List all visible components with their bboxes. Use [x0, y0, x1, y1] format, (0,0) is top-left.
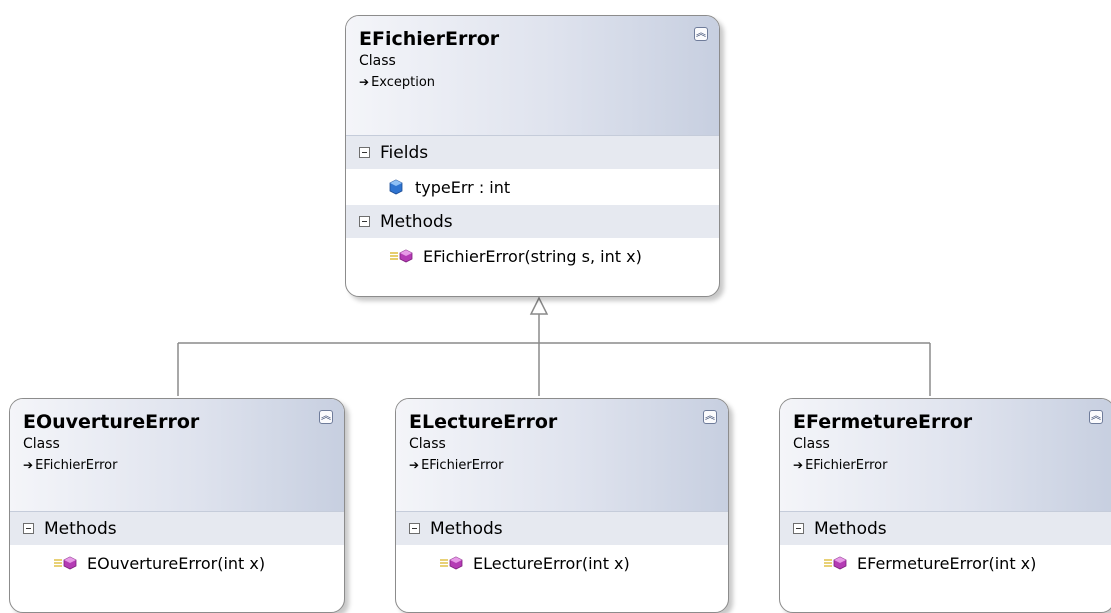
class-kind: Class	[409, 436, 446, 452]
field-label: typeErr : int	[415, 177, 511, 197]
section-methods[interactable]: Methods	[10, 512, 344, 545]
arrow-right-icon: ➔	[409, 458, 420, 472]
class-header: EOuvertureError Class ➔ EFichierError ︽	[10, 399, 344, 512]
method-item[interactable]: EOuvertureError(int x)	[10, 545, 344, 581]
class-box-efermetureerror[interactable]: EFermetureError Class ➔ EFichierError ︽ M…	[779, 398, 1111, 613]
arrow-right-icon: ➔	[793, 458, 804, 472]
inheritance-arrowhead	[529, 296, 549, 315]
class-kind: Class	[23, 436, 60, 452]
minus-box-icon[interactable]	[359, 216, 370, 227]
method-label: EFichierError(string s, int x)	[423, 246, 642, 266]
class-base: ➔ EFichierError	[409, 454, 728, 477]
class-kind: Class	[359, 53, 396, 69]
class-box-efichiererror[interactable]: EFichierError Class ➔ Exception ︽ Fields …	[345, 15, 720, 297]
double-chevron-up-icon[interactable]: ︽	[703, 410, 717, 424]
class-kind: Class	[793, 436, 830, 452]
method-icon	[53, 555, 81, 571]
class-header: EFermetureError Class ➔ EFichierError ︽	[780, 399, 1111, 512]
class-name: EFichierError	[359, 28, 500, 50]
double-chevron-up-icon[interactable]: ︽	[694, 27, 708, 41]
section-fields[interactable]: Fields	[346, 136, 719, 169]
class-box-electureerror[interactable]: ELectureError Class ➔ EFichierError ︽ Met…	[395, 398, 729, 613]
method-icon	[823, 555, 851, 571]
method-icon	[389, 248, 417, 264]
class-name: EOuvertureError	[23, 411, 200, 433]
class-box-eouvertureerror[interactable]: EOuvertureError Class ➔ EFichierError ︽ M…	[9, 398, 345, 613]
method-label: EOuvertureError(int x)	[87, 553, 266, 573]
section-label: Fields	[380, 142, 429, 163]
base-class-name: EFichierError	[805, 458, 888, 473]
minus-box-icon[interactable]	[23, 523, 34, 534]
method-item[interactable]: ELectureError(int x)	[396, 545, 728, 581]
minus-box-icon[interactable]	[793, 523, 804, 534]
section-methods[interactable]: Methods	[346, 205, 719, 238]
section-label: Methods	[44, 518, 117, 539]
class-header: ELectureError Class ➔ EFichierError ︽	[396, 399, 728, 512]
double-chevron-up-icon[interactable]: ︽	[319, 410, 333, 424]
minus-box-icon[interactable]	[359, 147, 370, 158]
class-header: EFichierError Class ➔ Exception ︽	[346, 16, 719, 136]
field-item[interactable]: typeErr : int	[346, 169, 719, 205]
field-icon	[389, 179, 403, 195]
method-item[interactable]: EFermetureError(int x)	[780, 545, 1111, 581]
method-icon	[439, 555, 467, 571]
base-class-name: EFichierError	[421, 458, 504, 473]
base-class-name: EFichierError	[35, 458, 118, 473]
section-methods[interactable]: Methods	[396, 512, 728, 545]
class-base: ➔ Exception	[359, 71, 719, 94]
double-chevron-up-icon[interactable]: ︽	[1089, 410, 1103, 424]
minus-box-icon[interactable]	[409, 523, 420, 534]
method-label: ELectureError(int x)	[473, 553, 630, 573]
arrow-right-icon: ➔	[23, 458, 34, 472]
base-class-name: Exception	[371, 75, 436, 90]
section-methods[interactable]: Methods	[780, 512, 1111, 545]
class-base: ➔ EFichierError	[793, 454, 1111, 477]
method-label: EFermetureError(int x)	[857, 553, 1037, 573]
class-name: ELectureError	[409, 411, 558, 433]
method-item[interactable]: EFichierError(string s, int x)	[346, 238, 719, 274]
arrow-right-icon: ➔	[359, 75, 370, 89]
section-label: Methods	[430, 518, 503, 539]
section-label: Methods	[380, 211, 453, 232]
class-base: ➔ EFichierError	[23, 454, 344, 477]
class-name: EFermetureError	[793, 411, 973, 433]
section-label: Methods	[814, 518, 887, 539]
